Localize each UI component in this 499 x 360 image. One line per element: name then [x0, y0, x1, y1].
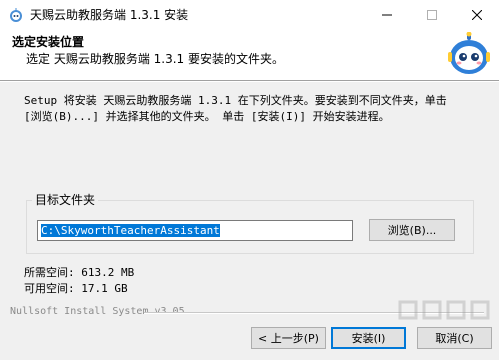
install-path-input[interactable]: C:\SkyworthTeacherAssistant: [37, 220, 353, 241]
install-path-value: C:\SkyworthTeacherAssistant: [41, 224, 220, 237]
title-bar: 天赐云助教服务端 1.3.1 安装: [0, 0, 499, 30]
cancel-button[interactable]: 取消(C): [417, 327, 492, 349]
header-divider-highlight: [0, 81, 499, 82]
close-icon: [471, 10, 482, 20]
space-available: 可用空间: 17.1 GB: [24, 282, 128, 295]
back-button[interactable]: < 上一步(P): [251, 327, 326, 349]
browse-button[interactable]: 浏览(B)...: [369, 219, 455, 241]
minimize-button[interactable]: [364, 0, 409, 30]
robot-mascot-icon: [448, 32, 490, 74]
header-panel: 选定安装位置 选定 天赐云助教服务端 1.3.1 要安装的文件夹。: [0, 30, 499, 80]
page-title: 选定安装位置: [12, 35, 85, 49]
space-required: 所需空间: 613.2 MB: [24, 266, 135, 279]
minimize-icon: [381, 14, 392, 16]
maximize-button: [409, 0, 454, 30]
close-button[interactable]: [454, 0, 499, 30]
destination-folder-label: 目标文件夹: [32, 193, 99, 207]
install-description: Setup 将安装 天赐云助教服务端 1.3.1 在下列文件夹。要安装到不同文件…: [24, 94, 447, 123]
maximize-icon: [426, 10, 437, 20]
window-title: 天赐云助教服务端 1.3.1 安装: [30, 8, 189, 22]
install-button[interactable]: 安装(I): [331, 327, 406, 349]
app-robot-icon: [10, 8, 22, 22]
page-subtitle: 选定 天赐云助教服务端 1.3.1 要安装的文件夹。: [26, 52, 284, 66]
